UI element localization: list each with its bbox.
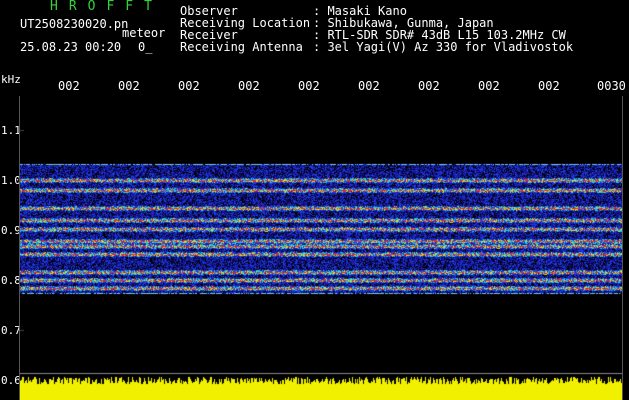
file-name: UT2508230020.pn — [20, 17, 129, 31]
timestamp: 25.08.23 00:20 — [20, 40, 122, 54]
x-tick-label: 002 — [178, 79, 200, 93]
y-tick-label: 0.7 — [1, 324, 21, 337]
x-tick-label: 002 — [298, 79, 320, 93]
y-tick-label: 0.6 — [1, 374, 21, 387]
spectrogram-plot — [20, 96, 622, 400]
x-tick-label: 002 — [478, 79, 500, 93]
y-tick-label: 1.0 — [1, 174, 21, 187]
x-tick-label: 002 — [358, 79, 380, 93]
x-tick-label: 0030 — [597, 79, 626, 93]
x-tick-label: 002 — [238, 79, 260, 93]
y-tick-label: 1.1 — [1, 124, 21, 137]
x-tick-label: 002 — [418, 79, 440, 93]
y-tick-label: 0.9 — [1, 224, 21, 237]
plot-frame-right — [622, 96, 623, 400]
x-tick-label: 002 — [58, 79, 80, 93]
x-tick-label: 002 — [538, 79, 560, 93]
y-tick-label: 0.8 — [1, 274, 21, 287]
unit-label: kHz — [1, 73, 21, 86]
app-title: HROFFT — [50, 0, 163, 14]
meteor-label: meteor — [122, 26, 166, 40]
x-tick-label: 002 — [118, 79, 140, 93]
info-key-antenna: Receiving Antenna — [180, 40, 303, 54]
count-value: 0_ — [138, 40, 153, 54]
info-value-antenna: : 3el Yagi(V) Az 330 for Vladivostok — [313, 40, 574, 54]
